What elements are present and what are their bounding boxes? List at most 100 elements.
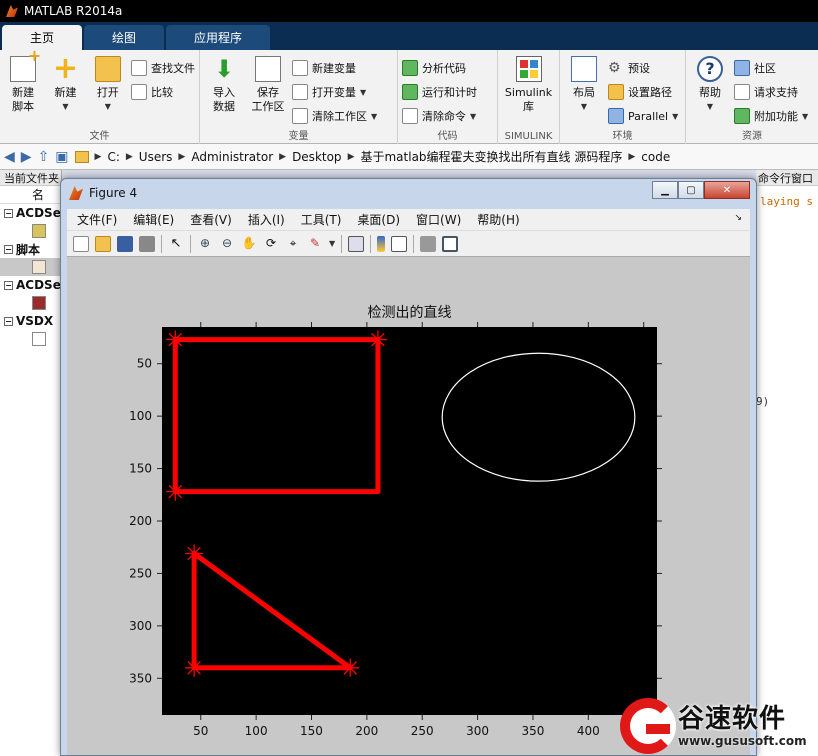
legend-icon[interactable] <box>391 235 408 252</box>
collapse-icon[interactable]: − <box>4 244 13 254</box>
browse-folder-icon[interactable]: ▣ <box>55 149 68 165</box>
figure-content: 文件(F) 编辑(E) 查看(V) 插入(I) 工具(T) 桌面(D) 窗口(W… <box>67 209 750 755</box>
tab-home[interactable]: 主页 <box>2 25 83 50</box>
colorbar-icon[interactable] <box>377 235 386 252</box>
figure-window[interactable]: Figure 4 ▁ ▢ ✕ 文件(F) 编辑(E) 查看(V) 插入(I) 工… <box>60 178 757 756</box>
clear-workspace-button[interactable]: 清除工作区 ▼ <box>292 106 377 126</box>
forward-arrow-icon[interactable]: ▶ <box>21 149 32 165</box>
community-button[interactable]: 社区 <box>734 58 808 78</box>
menu-window[interactable]: 窗口(W) <box>416 211 461 228</box>
list-item[interactable] <box>0 258 61 276</box>
chevron-down-icon: ▼ <box>802 111 809 121</box>
chevron-down-icon: ▼ <box>580 102 588 111</box>
chevron-right-icon: ▶ <box>347 151 355 162</box>
endpoint-marker <box>341 658 360 677</box>
menu-help[interactable]: 帮助(H) <box>477 211 519 228</box>
tab-apps[interactable]: 应用程序 <box>166 25 271 50</box>
run-and-time-button[interactable]: 运行和计时 <box>402 82 477 102</box>
ribbon-tabs: 主页 绘图 应用程序 <box>0 22 818 50</box>
list-item[interactable] <box>0 294 61 312</box>
menu-insert[interactable]: 插入(I) <box>248 211 285 228</box>
rotate-3d-icon[interactable]: ⟳ <box>263 236 279 252</box>
command-window[interactable]: 命令行窗口 laying s 9) <box>756 170 818 756</box>
breadcrumb-project[interactable]: 基于matlab编程霍夫变换找出所有直线 源码程序 <box>360 148 622 165</box>
preferences-button[interactable]: ⚙ 预设 <box>608 58 678 78</box>
back-arrow-icon[interactable]: ◀ <box>4 149 15 165</box>
print-icon[interactable] <box>139 235 155 252</box>
pan-hand-icon[interactable]: ✋ <box>241 236 257 252</box>
data-cursor-icon[interactable]: ⌖ <box>285 236 301 252</box>
chevron-right-icon: ▶ <box>279 151 287 162</box>
hough-lines-chart[interactable]: 检测出的直线 501001502002503003504004505010015… <box>67 257 750 755</box>
close-icon: ✕ <box>722 184 732 196</box>
group-label-variable: 变量 <box>288 131 309 142</box>
breadcrumb-c[interactable]: C: <box>107 150 119 164</box>
endpoint-marker <box>185 544 204 563</box>
column-header-name[interactable]: 名 <box>0 186 61 204</box>
x-tick-label: 350 <box>522 724 545 738</box>
new-figure-icon[interactable] <box>73 235 89 252</box>
request-support-button[interactable]: 请求支持 <box>734 82 808 102</box>
compare-button[interactable]: 比较 <box>130 82 195 102</box>
menu-tools[interactable]: 工具(T) <box>301 211 342 228</box>
address-bar: ◀ ▶ ⇧ ▣ ▶ C: ▶ Users ▶ Administrator ▶ D… <box>0 144 818 170</box>
collapse-icon[interactable]: − <box>4 208 13 218</box>
breadcrumb-users[interactable]: Users <box>139 150 173 164</box>
analyze-code-button[interactable]: 分析代码 <box>402 58 477 78</box>
menu-view[interactable]: 查看(V) <box>190 211 232 228</box>
y-tick-label: 250 <box>129 566 152 580</box>
vsdx-file-icon <box>32 332 46 346</box>
chevron-down-icon[interactable]: ▼ <box>329 239 335 248</box>
open-variable-button[interactable]: 打开变量 ▼ <box>292 82 377 102</box>
folder-group-scripts[interactable]: − 脚本 <box>0 240 61 258</box>
open-file-icon[interactable] <box>95 235 111 252</box>
brush-icon[interactable]: ✎ <box>307 236 323 252</box>
list-item[interactable] <box>0 222 61 240</box>
app-titlebar: MATLAB R2014a <box>0 0 818 22</box>
zoom-in-icon[interactable]: ⊕ <box>197 236 213 252</box>
pointer-icon[interactable]: ↖ <box>168 236 184 252</box>
plus-icon: + <box>52 51 79 86</box>
figure-menubar: 文件(F) 编辑(E) 查看(V) 插入(I) 工具(T) 桌面(D) 窗口(W… <box>67 209 750 231</box>
save-icon[interactable] <box>117 235 133 252</box>
set-path-button[interactable]: 设置路径 <box>608 82 678 102</box>
close-button[interactable]: ✕ <box>704 181 750 199</box>
link-plot-icon[interactable] <box>348 235 365 252</box>
add-ons-button[interactable]: 附加功能 ▼ <box>734 106 808 126</box>
folder-group-vsdx[interactable]: − VSDX <box>0 312 61 330</box>
menu-desktop[interactable]: 桌面(D) <box>357 211 400 228</box>
show-plot-tools-icon[interactable] <box>442 235 459 252</box>
menu-file[interactable]: 文件(F) <box>77 211 117 228</box>
minimize-button[interactable]: ▁ <box>652 181 678 199</box>
maximize-button[interactable]: ▢ <box>678 181 704 199</box>
new-variable-button[interactable]: 新建变量 <box>292 58 377 78</box>
x-tick-label: 400 <box>577 724 600 738</box>
collapse-icon[interactable]: − <box>4 280 13 290</box>
clear-commands-button[interactable]: 清除命令 ▼ <box>402 106 477 126</box>
y-tick-label: 150 <box>129 462 152 476</box>
folder-group-acdsee-jpg[interactable]: − ACDSe <box>0 204 61 222</box>
gususoft-logo-icon <box>620 698 676 754</box>
x-tick-label: 300 <box>466 724 489 738</box>
jpg-file-icon <box>32 224 46 238</box>
folder-group-acdsee-png[interactable]: − ACDSe <box>0 276 61 294</box>
analyze-code-icon <box>402 60 418 76</box>
collapse-icon[interactable]: − <box>4 316 13 326</box>
tab-plots[interactable]: 绘图 <box>84 25 165 50</box>
breadcrumb-administrator[interactable]: Administrator <box>191 150 273 164</box>
breadcrumb-code[interactable]: code <box>641 150 670 164</box>
list-item[interactable] <box>0 330 61 348</box>
menu-edit[interactable]: 编辑(E) <box>133 211 174 228</box>
parallel-button[interactable]: Parallel ▼ <box>608 106 678 126</box>
hide-plot-tools-icon[interactable] <box>420 235 437 252</box>
zoom-out-icon[interactable]: ⊖ <box>219 236 235 252</box>
matlab-logo-icon <box>69 186 83 200</box>
find-files-button[interactable]: 查找文件 <box>130 58 195 78</box>
y-tick-label: 100 <box>129 409 152 423</box>
up-folder-icon[interactable]: ⇧ <box>38 149 50 165</box>
figure-titlebar[interactable]: Figure 4 ▁ ▢ ✕ <box>61 179 756 207</box>
command-output-line: laying s <box>760 195 813 208</box>
breadcrumb-desktop[interactable]: Desktop <box>292 150 342 164</box>
run-and-time-icon <box>402 84 418 100</box>
dock-arrow-icon[interactable]: ↘ <box>734 213 742 223</box>
